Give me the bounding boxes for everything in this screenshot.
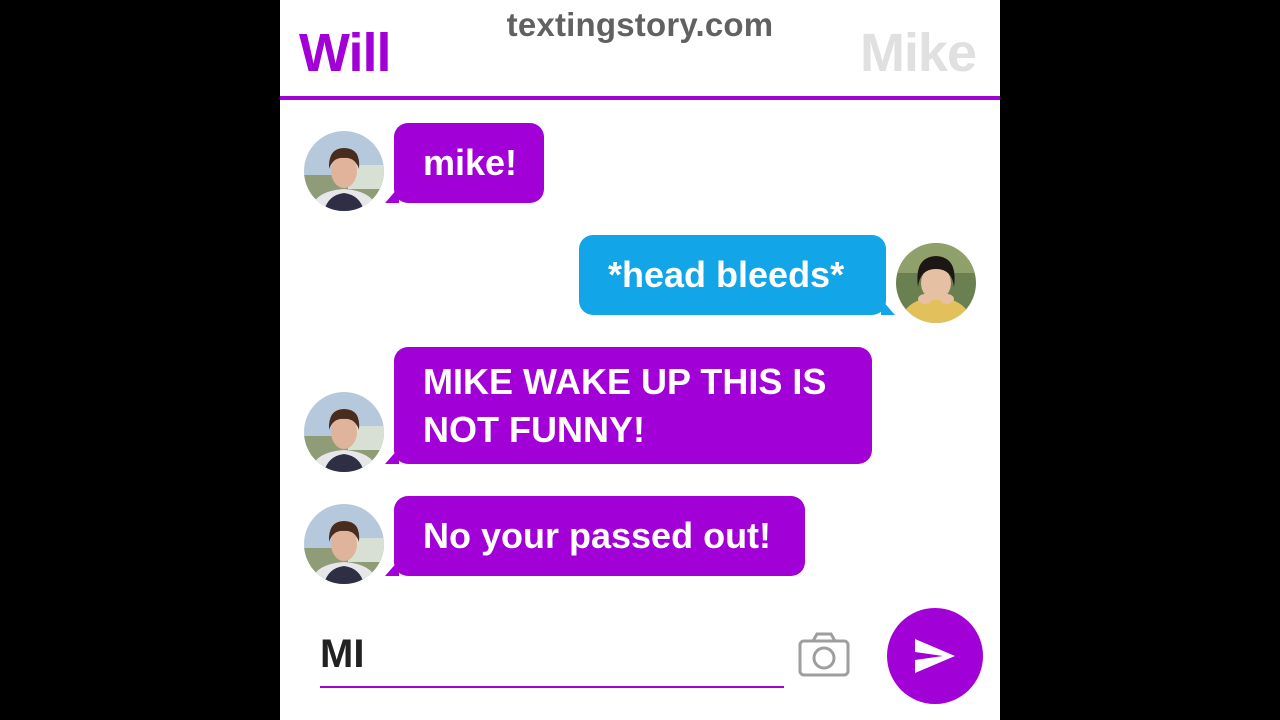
message-text: mike! (423, 142, 518, 183)
chat-screen: textingstory.com Will Mike mike! *head b… (280, 0, 1000, 720)
message-bubble-will[interactable]: mike! (394, 123, 544, 203)
message-text: No your passed out! (423, 515, 772, 556)
message-bubble-will[interactable]: No your passed out! (394, 496, 805, 576)
header-divider (280, 96, 1000, 100)
input-underline (320, 686, 784, 688)
avatar-will (304, 504, 384, 584)
send-button[interactable] (887, 608, 983, 704)
camera-icon[interactable] (798, 632, 850, 678)
send-icon (915, 639, 955, 673)
message-bubble-mike[interactable]: *head bleeds* (579, 235, 886, 315)
contact-name-mike[interactable]: Mike (860, 22, 977, 84)
avatar-will (304, 131, 384, 211)
message-input[interactable]: MI (320, 632, 364, 677)
avatar-will (304, 392, 384, 472)
message-bubble-will[interactable]: MIKE WAKE UP THIS IS NOT FUNNY! (394, 347, 872, 464)
message-text-line: NOT FUNNY! (423, 408, 645, 450)
avatar-mike (896, 243, 976, 323)
contact-name-will[interactable]: Will (299, 22, 392, 84)
message-text: *head bleeds* (608, 254, 845, 295)
bubble-tail (881, 299, 895, 315)
message-text-line: MIKE WAKE UP THIS IS (423, 360, 827, 402)
